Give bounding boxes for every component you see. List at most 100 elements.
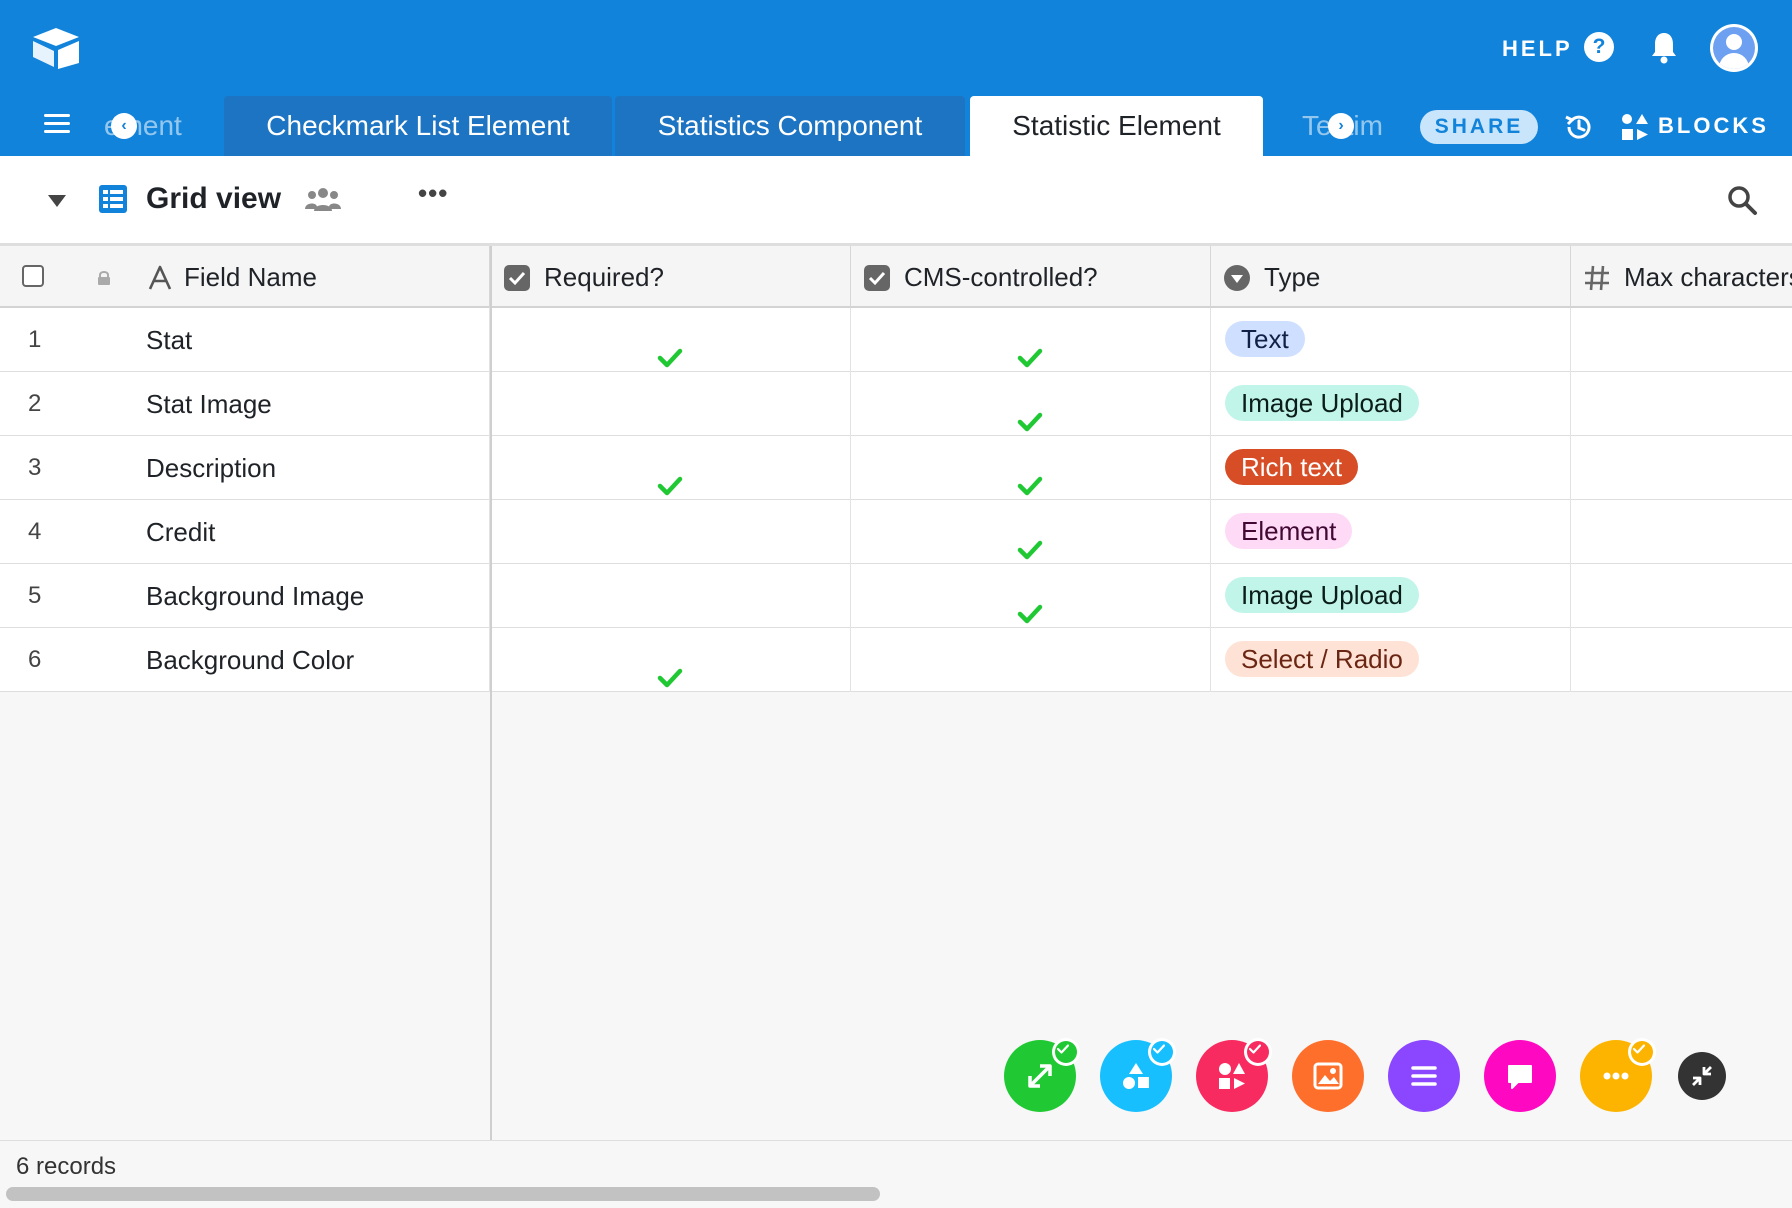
cell-type[interactable]: Rich text [1211,436,1571,500]
cell-type[interactable]: Image Upload [1211,564,1571,628]
cell-field-name[interactable]: 3 Description [0,436,490,500]
header-label: CMS-controlled? [904,262,1098,292]
blocks-label[interactable]: BLOCKS [1658,113,1769,139]
help-label[interactable]: HELP [1502,36,1573,62]
cell-cms-controlled[interactable] [851,500,1211,564]
cell-field-name[interactable]: 4 Credit [0,500,490,564]
cell-max-characters[interactable] [1571,372,1792,436]
cell-max-characters[interactable] [1571,628,1792,692]
chat-block-button[interactable] [1484,1040,1556,1112]
select-all-checkbox[interactable] [22,265,44,287]
installed-check-icon [1628,1038,1656,1066]
apps-block-button[interactable] [1196,1038,1272,1112]
cell-required[interactable] [491,436,851,500]
type-pill: Image Upload [1225,385,1419,421]
checkbox-field-icon [864,265,890,291]
tab-scroll-left-button[interactable]: ‹ [111,113,137,139]
installed-check-icon [1244,1038,1272,1066]
shapes-icon [1123,1063,1149,1089]
bell-icon[interactable] [1650,30,1678,64]
tab-scroll-right-button[interactable]: › [1328,113,1354,139]
cell-max-characters[interactable] [1571,564,1792,628]
collapse-arrows-icon [1692,1066,1712,1086]
grid-footer: 6 records [0,1140,1792,1208]
check-icon [1017,520,1043,560]
cell-type[interactable]: Select / Radio [1211,628,1571,692]
table-row[interactable]: 2 Stat Image Image Upload [0,372,1792,436]
cell-max-characters[interactable] [1571,308,1792,372]
header-type[interactable]: Type [1211,246,1571,308]
type-pill: Rich text [1225,449,1359,485]
caret-down-icon[interactable] [48,195,66,207]
field-name-text: Stat Image [146,389,272,419]
header-field-name[interactable]: Field Name [0,246,490,308]
number-field-icon [1585,265,1609,291]
table-row[interactable]: 4 Credit Element [0,500,1792,564]
cell-max-characters[interactable] [1571,436,1792,500]
more-icon[interactable]: ••• [418,178,448,209]
cell-field-name[interactable]: 5 Background Image [0,564,490,628]
tab-checkmark-list-element[interactable]: Checkmark List Element [224,96,612,156]
field-name-text: Stat [146,325,193,355]
people-icon[interactable] [305,185,341,213]
avatar[interactable] [1710,24,1758,72]
cell-cms-controlled[interactable] [851,564,1211,628]
tab-statistics-component[interactable]: Statistics Component [615,96,965,156]
cell-cms-controlled[interactable] [851,436,1211,500]
cell-field-name[interactable]: 1 Stat [0,308,490,372]
share-button[interactable]: SHARE [1420,110,1538,144]
header-label: Field Name [184,262,317,292]
cell-type[interactable]: Text [1211,308,1571,372]
horizontal-scrollbar[interactable] [6,1187,880,1201]
grid-view-icon[interactable] [98,184,128,214]
header-required[interactable]: Required? [491,246,851,308]
menu-icon[interactable] [44,114,70,134]
cell-field-name[interactable]: 6 Background Color [0,628,490,692]
tab-statistic-element[interactable]: Statistic Element [970,96,1263,156]
table-row[interactable]: 1 Stat Text [0,308,1792,372]
cell-cms-controlled[interactable] [851,628,1211,692]
header-max-characters[interactable]: Max characters [1571,246,1792,308]
cell-cms-controlled[interactable] [851,308,1211,372]
table-row[interactable]: 3 Description Rich text [0,436,1792,500]
header-label: Type [1264,262,1321,292]
cell-required[interactable] [491,308,851,372]
expand-block-button[interactable] [1004,1038,1080,1112]
image-block-button[interactable] [1292,1040,1364,1112]
search-icon[interactable] [1726,184,1758,216]
history-icon[interactable] [1563,111,1595,143]
header-label: Max characters [1624,262,1792,292]
row-number: 1 [28,326,42,353]
type-pill: Element [1225,513,1353,549]
airtable-logo-icon[interactable] [30,26,82,70]
collapse-block-button[interactable] [1678,1052,1726,1100]
more-dots-icon [1603,1072,1629,1080]
installed-check-icon [1052,1038,1080,1066]
cell-required[interactable] [491,628,851,692]
cell-required[interactable] [491,372,851,436]
cell-max-characters[interactable] [1571,500,1792,564]
blocks-icon[interactable] [1620,112,1650,142]
tab-label: Checkmark List Element [266,110,570,141]
installed-check-icon [1148,1038,1176,1066]
list-block-button[interactable] [1388,1040,1460,1112]
cell-required[interactable] [491,500,851,564]
cell-field-name[interactable]: 2 Stat Image [0,372,490,436]
cell-type[interactable]: Element [1211,500,1571,564]
row-number: 2 [28,390,42,417]
row-number: 3 [28,454,42,481]
shapes-block-button[interactable] [1100,1038,1176,1112]
table-row[interactable]: 6 Background Color Select / Radio [0,628,1792,692]
help-icon[interactable]: ? [1584,32,1614,62]
cell-type[interactable]: Image Upload [1211,372,1571,436]
image-icon [1313,1062,1343,1090]
view-name[interactable]: Grid view [146,182,281,216]
cell-cms-controlled[interactable] [851,372,1211,436]
check-icon [657,456,683,496]
type-pill: Image Upload [1225,577,1419,613]
cell-required[interactable] [491,564,851,628]
more-block-button[interactable] [1580,1038,1656,1112]
table-row[interactable]: 5 Background Image Image Upload [0,564,1792,628]
header-cms-controlled[interactable]: CMS-controlled? [851,246,1211,308]
chat-icon [1508,1065,1532,1089]
